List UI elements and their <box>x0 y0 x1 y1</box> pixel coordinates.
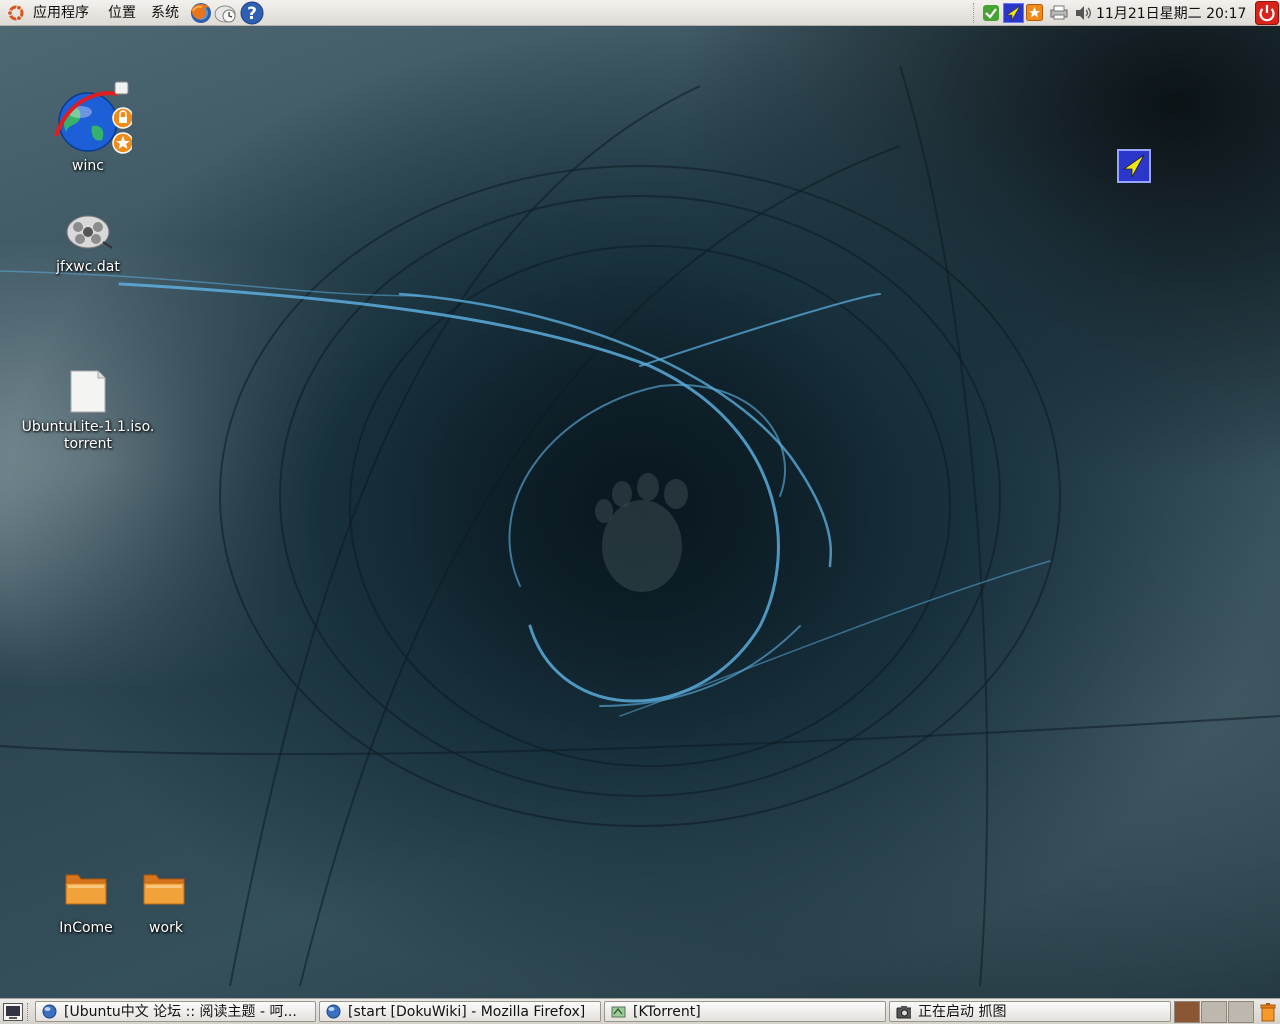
workspace-3[interactable] <box>1228 1001 1254 1023</box>
power-icon[interactable] <box>1255 1 1279 25</box>
printer-icon[interactable] <box>1050 5 1068 20</box>
firefox-globe-icon <box>326 1004 341 1019</box>
panel-clock[interactable]: 11月21日星期二 20:17 <box>1096 5 1246 23</box>
update-notifier-icon[interactable] <box>1026 4 1043 21</box>
desktop-icon-winc[interactable]: winc <box>48 80 134 175</box>
task-button-ktorrent[interactable]: [KTorrent] <box>604 1001 886 1022</box>
task-label: [KTorrent] <box>633 1004 701 1020</box>
svg-text:?: ? <box>247 4 257 24</box>
workspace-1[interactable] <box>1174 1001 1200 1023</box>
camera-icon <box>896 1006 911 1019</box>
folder-icon <box>65 874 107 905</box>
show-desktop-icon[interactable] <box>3 1003 23 1021</box>
winc-globe-icon <box>54 81 134 154</box>
system-menu[interactable]: 系统 <box>151 4 179 22</box>
volume-icon[interactable] <box>1074 4 1094 22</box>
torrent-label-line1: UbuntuLite-1.1.iso. <box>21 419 155 435</box>
desktop-icon-work[interactable]: work <box>134 870 198 937</box>
jfxwc-label: jfxwc.dat <box>56 259 120 275</box>
desktop-icon-income[interactable]: InCome <box>54 870 118 937</box>
task-label: 正在启动 抓图 <box>918 1004 1007 1020</box>
winc-label: winc <box>72 158 104 174</box>
evolution-clock-icon[interactable] <box>214 2 238 24</box>
bottom-panel: [Ubuntu中文 论坛 :: 阅读主题 - 呵... [start [Doku… <box>0 998 1280 1024</box>
desktop-icon-jfxwc[interactable]: jfxwc.dat <box>48 212 132 276</box>
torrent-label-line2: torrent <box>64 436 112 452</box>
trash-icon[interactable] <box>1258 1002 1278 1022</box>
applications-menu[interactable]: 应用程序 <box>33 4 89 22</box>
task-handle <box>27 1003 30 1021</box>
arrow-app-icon[interactable] <box>1117 149 1151 183</box>
firefox-icon[interactable] <box>189 1 213 25</box>
work-label: work <box>149 920 183 936</box>
workspace-2[interactable] <box>1201 1001 1227 1023</box>
income-label: InCome <box>59 920 113 936</box>
folder-icon <box>143 874 185 905</box>
film-reel-icon <box>66 215 113 249</box>
task-label: [Ubuntu中文 论坛 :: 阅读主题 - 呵... <box>64 1004 297 1020</box>
wallpaper-swirl <box>0 65 1280 987</box>
task-button-dokuwiki[interactable]: [start [DokuWiki] - Mozilla Firefox] <box>319 1001 601 1022</box>
arrow-app-icon[interactable] <box>1003 3 1024 23</box>
ubuntu-logo-icon[interactable] <box>7 4 25 22</box>
document-file-icon <box>70 370 106 413</box>
task-button-ubuntu-forum[interactable]: [Ubuntu中文 论坛 :: 阅读主题 - 呵... <box>35 1001 316 1022</box>
network-shield-icon[interactable] <box>982 4 1000 22</box>
places-menu[interactable]: 位置 <box>108 4 136 22</box>
desktop-wallpaper <box>0 26 1280 998</box>
desktop-icon-torrent[interactable]: UbuntuLite-1.1.iso. torrent <box>18 370 158 453</box>
help-icon[interactable]: ? <box>240 1 264 25</box>
task-label: [start [DokuWiki] - Mozilla Firefox] <box>348 1004 586 1020</box>
top-panel: 应用程序 位置 系统 ? 11月21日星期二 20:17 <box>0 0 1280 26</box>
firefox-globe-icon <box>42 1004 57 1019</box>
task-button-screenshot[interactable]: 正在启动 抓图 <box>889 1001 1171 1022</box>
ktorrent-icon <box>611 1006 626 1018</box>
tray-handle <box>973 3 977 23</box>
